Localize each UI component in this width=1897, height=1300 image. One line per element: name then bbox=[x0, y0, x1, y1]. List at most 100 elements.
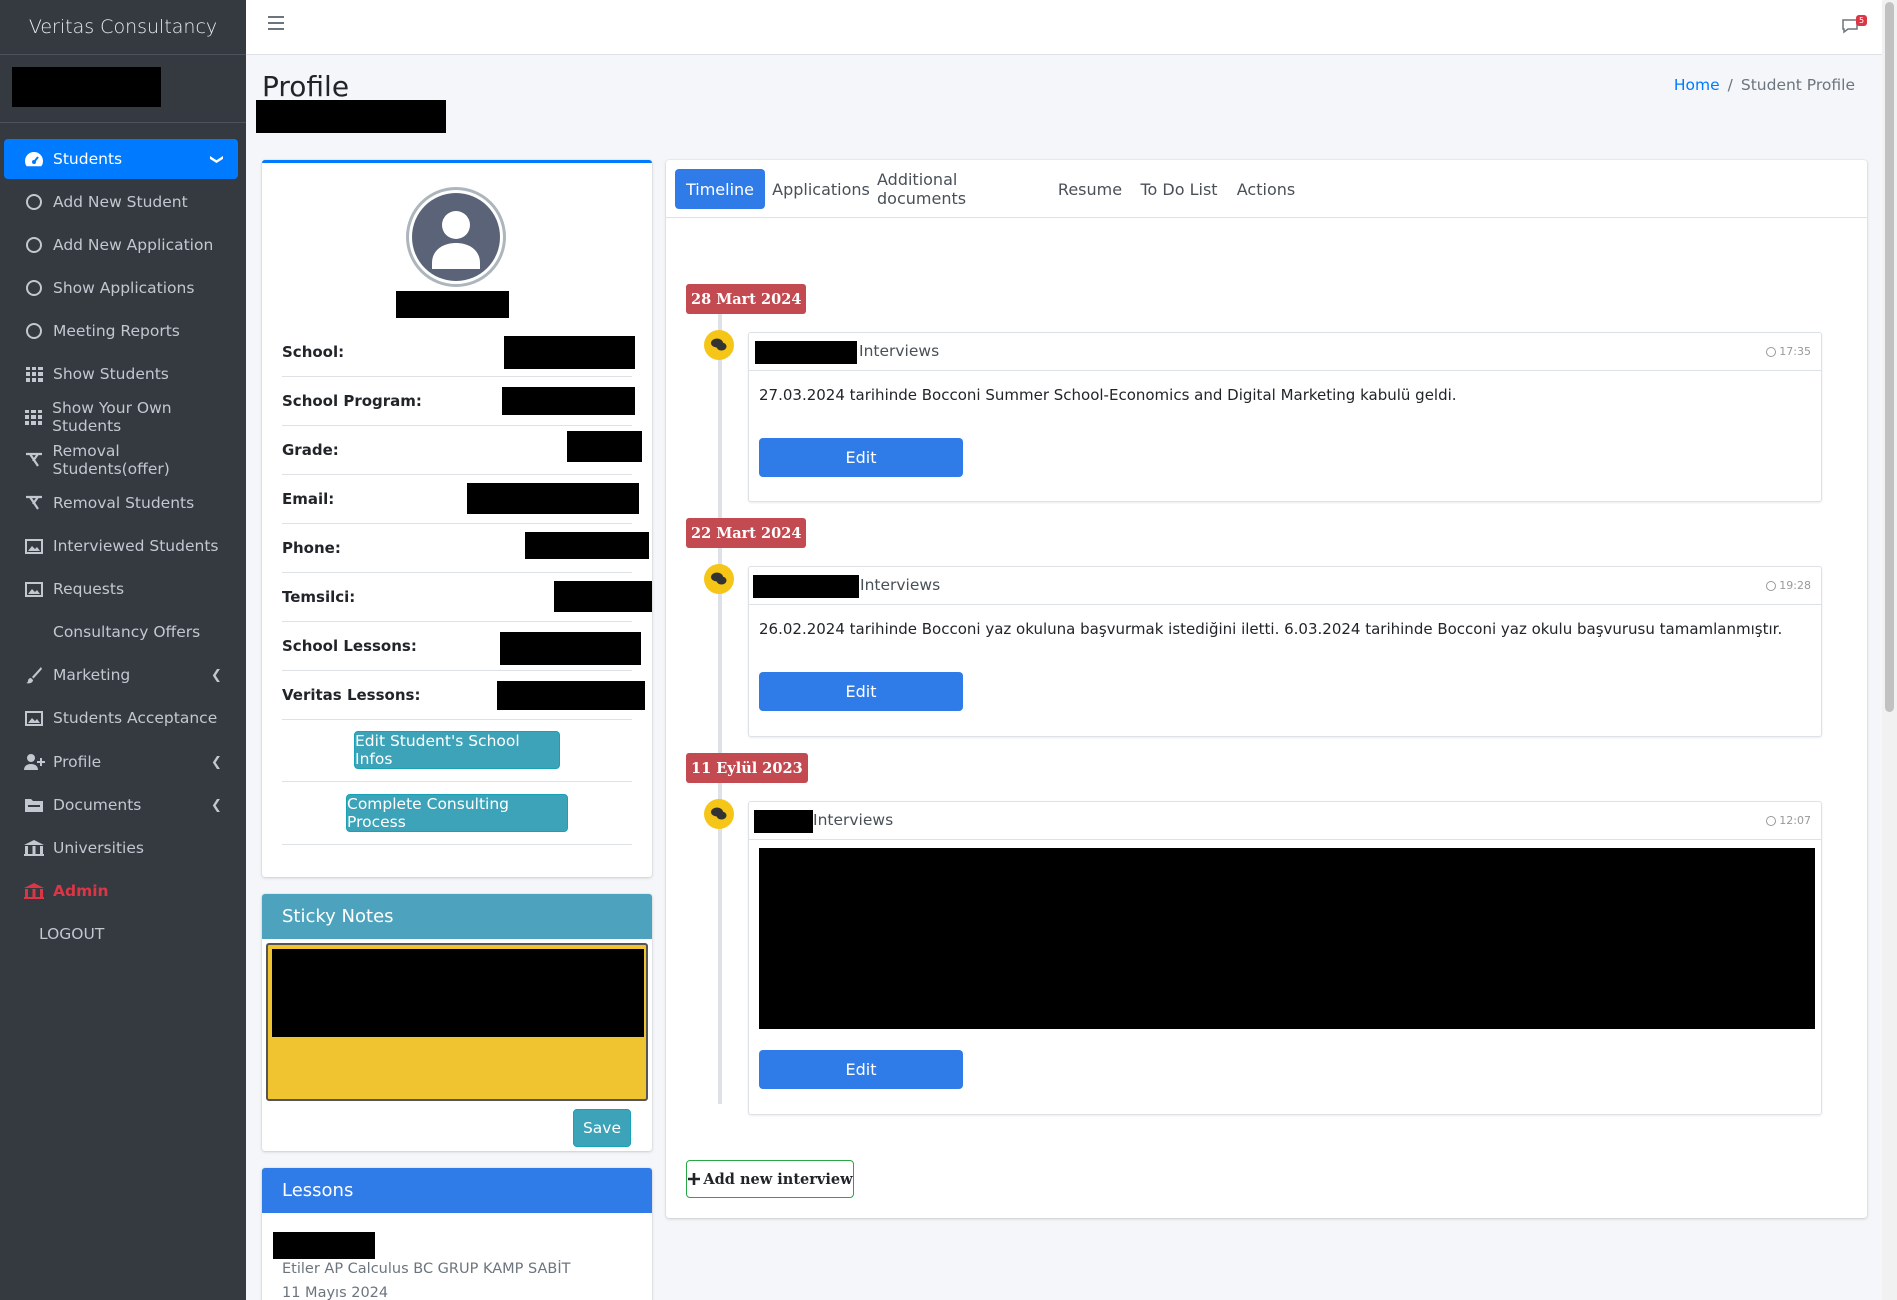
time-text: 19:28 bbox=[1779, 579, 1811, 592]
redacted-interview-text bbox=[759, 848, 1815, 1029]
sidebar-item-students-acceptance[interactable]: Students Acceptance bbox=[4, 698, 238, 738]
sidebar-item-label: Admin bbox=[53, 882, 109, 900]
sidebar-item-removal-students-offer[interactable]: Removal Students(offer) bbox=[4, 440, 238, 480]
sidebar-item-label: Documents bbox=[53, 796, 142, 814]
tab-to-do-list[interactable]: To Do List bbox=[1133, 169, 1225, 209]
row-label: School: bbox=[282, 343, 345, 361]
timeline-date-label: 28 Mart 2024 bbox=[686, 284, 807, 314]
edit-button[interactable]: Edit bbox=[759, 1050, 963, 1089]
lessons-card: Lessons Etiler AP Calculus BC GRUP KAMP … bbox=[262, 1168, 652, 1300]
timeline-time: 17:35 bbox=[1766, 345, 1811, 358]
sidebar-item-students[interactable]: Students ❯ bbox=[4, 139, 238, 179]
page-scrollbar[interactable] bbox=[1882, 0, 1897, 1300]
edit-button[interactable]: Edit bbox=[759, 438, 963, 477]
sidebar-item-consultancy-offers[interactable]: Consultancy Offers bbox=[4, 612, 238, 652]
sticky-notes-card: Sticky Notes Save bbox=[262, 894, 652, 1151]
timeline-date-label: 11 Eylül 2023 bbox=[686, 753, 808, 783]
redacted-lesson bbox=[273, 1232, 375, 1259]
circle-icon bbox=[23, 194, 45, 210]
scrollbar-thumb[interactable] bbox=[1885, 2, 1894, 712]
redacted-author bbox=[755, 341, 857, 364]
page-title: Profile bbox=[262, 70, 350, 103]
profile-tabs: Timeline Applications Additional documen… bbox=[666, 160, 1867, 218]
sticky-notes-textarea[interactable] bbox=[266, 943, 648, 1101]
sidebar-item-admin[interactable]: Admin bbox=[4, 871, 238, 911]
save-button[interactable]: Save bbox=[573, 1109, 631, 1147]
profile-card: School: School Program: Grade: Email: Ph… bbox=[262, 160, 652, 877]
school-lessons-row: School Lessons: bbox=[282, 622, 641, 671]
plus-icon bbox=[688, 1173, 701, 1185]
add-new-interview-button[interactable]: Add new interview bbox=[686, 1160, 854, 1198]
redacted-value bbox=[567, 431, 642, 462]
image-icon bbox=[23, 581, 45, 597]
timeline-item-type: Interviews bbox=[860, 576, 941, 594]
breadcrumb: Home / Student Profile bbox=[1674, 76, 1855, 94]
image-icon bbox=[23, 538, 45, 554]
top-navbar: 5 bbox=[246, 0, 1897, 55]
menu-toggle-icon[interactable] bbox=[268, 16, 284, 30]
timeline-item-header: Interviews 19:28 bbox=[749, 567, 1821, 605]
redacted-note bbox=[272, 949, 644, 1037]
lesson-date: 11 Mayıs 2024 bbox=[282, 1285, 389, 1300]
divider bbox=[282, 781, 632, 782]
sidebar-item-label: Removal Students(offer) bbox=[52, 442, 170, 478]
user-avatar-icon bbox=[412, 193, 500, 281]
comments-icon bbox=[704, 564, 734, 594]
complete-consulting-button[interactable]: Complete Consulting Process bbox=[346, 794, 568, 832]
time-text: 12:07 bbox=[1779, 814, 1811, 827]
tab-timeline[interactable]: Timeline bbox=[675, 169, 765, 209]
tab-actions[interactable]: Actions bbox=[1232, 169, 1300, 209]
grid-icon bbox=[23, 366, 45, 382]
timeline-line bbox=[718, 308, 722, 1104]
timeline-item-header: Interviews 17:35 bbox=[749, 333, 1821, 371]
temsilci-row: Temsilci: bbox=[282, 573, 652, 622]
sidebar: Veritas Consultancy Students ❯ Add New S… bbox=[0, 0, 246, 1300]
lesson-name: Etiler AP Calculus BC GRUP KAMP SABİT bbox=[282, 1261, 571, 1277]
sidebar-item-label: Add New Application bbox=[53, 236, 214, 254]
sidebar-item-label: Meeting Reports bbox=[53, 322, 180, 340]
sidebar-item-show-applications[interactable]: Show Applications bbox=[4, 268, 238, 308]
clock-icon bbox=[1766, 346, 1777, 357]
edit-button[interactable]: Edit bbox=[759, 672, 963, 711]
tab-resume[interactable]: Resume bbox=[1054, 169, 1126, 209]
sidebar-item-show-students[interactable]: Show Students bbox=[4, 354, 238, 394]
brand-name[interactable]: Veritas Consultancy bbox=[0, 0, 246, 55]
row-label: Phone: bbox=[282, 539, 341, 557]
sidebar-item-profile[interactable]: Profile ❯ bbox=[4, 742, 238, 782]
tab-applications[interactable]: Applications bbox=[772, 169, 870, 209]
sidebar-item-removal-students[interactable]: Removal Students bbox=[4, 483, 238, 523]
edit-school-infos-button[interactable]: Edit Student's School Infos bbox=[354, 731, 560, 769]
redacted-value bbox=[504, 336, 635, 369]
tab-additional-documents[interactable]: Additional documents bbox=[877, 169, 1047, 209]
sidebar-item-label: Add New Student bbox=[53, 193, 188, 211]
sidebar-item-universities[interactable]: Universities bbox=[4, 828, 238, 868]
breadcrumb-home-link[interactable]: Home bbox=[1674, 76, 1720, 94]
user-plus-icon bbox=[23, 753, 45, 771]
sidebar-item-marketing[interactable]: Marketing ❯ bbox=[4, 655, 238, 695]
divider bbox=[282, 844, 632, 845]
sidebar-item-requests[interactable]: Requests bbox=[4, 569, 238, 609]
sidebar-item-add-new-student[interactable]: Add New Student bbox=[4, 182, 238, 222]
timeline-item-type: Interviews bbox=[813, 811, 894, 829]
comments-icon bbox=[704, 799, 734, 829]
redacted-author bbox=[753, 575, 859, 598]
avatar bbox=[406, 187, 506, 287]
sidebar-item-meeting-reports[interactable]: Meeting Reports bbox=[4, 311, 238, 351]
circle-icon bbox=[23, 280, 45, 296]
sidebar-item-label: Show Applications bbox=[53, 279, 195, 297]
timeline-item-header: Interviews 12:07 bbox=[749, 802, 1821, 840]
sidebar-item-label: Universities bbox=[53, 839, 144, 857]
breadcrumb-current: Student Profile bbox=[1740, 76, 1855, 94]
redacted-value bbox=[467, 483, 639, 514]
sidebar-item-documents[interactable]: Documents ❯ bbox=[4, 785, 238, 825]
comments-icon bbox=[704, 330, 734, 360]
chevron-down-icon: ❯ bbox=[209, 153, 225, 165]
sidebar-item-interviewed-students[interactable]: Interviewed Students bbox=[4, 526, 238, 566]
table-tennis-icon bbox=[23, 451, 45, 469]
clock-icon bbox=[1766, 815, 1777, 826]
sidebar-item-add-new-application[interactable]: Add New Application bbox=[4, 225, 238, 265]
sidebar-item-logout[interactable]: LOGOUT bbox=[4, 914, 238, 954]
sidebar-item-show-your-own-students[interactable]: Show Your Own Students bbox=[4, 397, 238, 437]
row-label: School Program: bbox=[282, 392, 422, 410]
row-label: School Lessons: bbox=[282, 637, 417, 655]
